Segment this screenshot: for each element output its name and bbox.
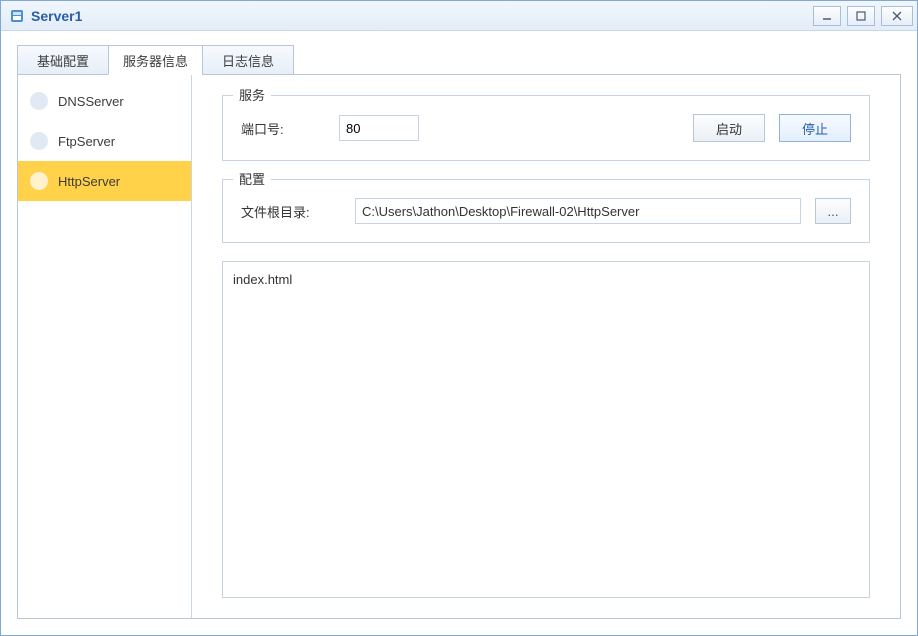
port-label: 端口号: [241, 119, 325, 138]
sidebar-item-label: FtpServer [58, 134, 115, 149]
service-legend: 服务 [233, 85, 271, 104]
start-button[interactable]: 启动 [693, 114, 765, 142]
status-dot-icon [30, 172, 48, 190]
service-row: 端口号: 启动 停止 [241, 114, 851, 142]
window-title: Server1 [31, 8, 813, 24]
browse-button[interactable]: ... [815, 198, 851, 224]
status-dot-icon [30, 132, 48, 150]
root-dir-input[interactable] [355, 198, 801, 224]
tab-row: 基础配置 服务器信息 日志信息 [17, 45, 901, 75]
root-dir-label: 文件根目录: [241, 202, 341, 221]
app-icon [9, 8, 25, 24]
sidebar-item-label: DNSServer [58, 94, 124, 109]
file-list[interactable]: index.html [222, 261, 870, 598]
server-sidebar: DNSServer FtpServer HttpServer [18, 75, 192, 618]
status-dot-icon [30, 92, 48, 110]
titlebar: Server1 [1, 1, 917, 31]
sidebar-item-ftpserver[interactable]: FtpServer [18, 121, 191, 161]
file-item[interactable]: index.html [233, 270, 859, 289]
service-group: 服务 端口号: 启动 停止 [222, 95, 870, 161]
config-legend: 配置 [233, 169, 271, 188]
sidebar-item-label: HttpServer [58, 174, 120, 189]
minimize-button[interactable] [813, 6, 841, 26]
window-controls [813, 6, 913, 26]
maximize-button[interactable] [847, 6, 875, 26]
port-input[interactable] [339, 115, 419, 141]
tab-basic-config[interactable]: 基础配置 [17, 45, 109, 75]
tab-server-info[interactable]: 服务器信息 [108, 45, 203, 75]
tab-log-info[interactable]: 日志信息 [202, 45, 294, 75]
stop-button[interactable]: 停止 [779, 114, 851, 142]
main-panel: 服务 端口号: 启动 停止 配置 文件根目录: ... [192, 75, 900, 618]
body-area: 基础配置 服务器信息 日志信息 DNSServer FtpServer Http… [1, 31, 917, 635]
config-row: 文件根目录: ... [241, 198, 851, 224]
tab-content: DNSServer FtpServer HttpServer 服务 端口号: [17, 74, 901, 619]
app-window: Server1 基础配置 服务器信息 日志信息 DNSServer [0, 0, 918, 636]
close-button[interactable] [881, 6, 913, 26]
sidebar-item-httpserver[interactable]: HttpServer [18, 161, 191, 201]
sidebar-item-dnsserver[interactable]: DNSServer [18, 81, 191, 121]
config-group: 配置 文件根目录: ... [222, 179, 870, 243]
